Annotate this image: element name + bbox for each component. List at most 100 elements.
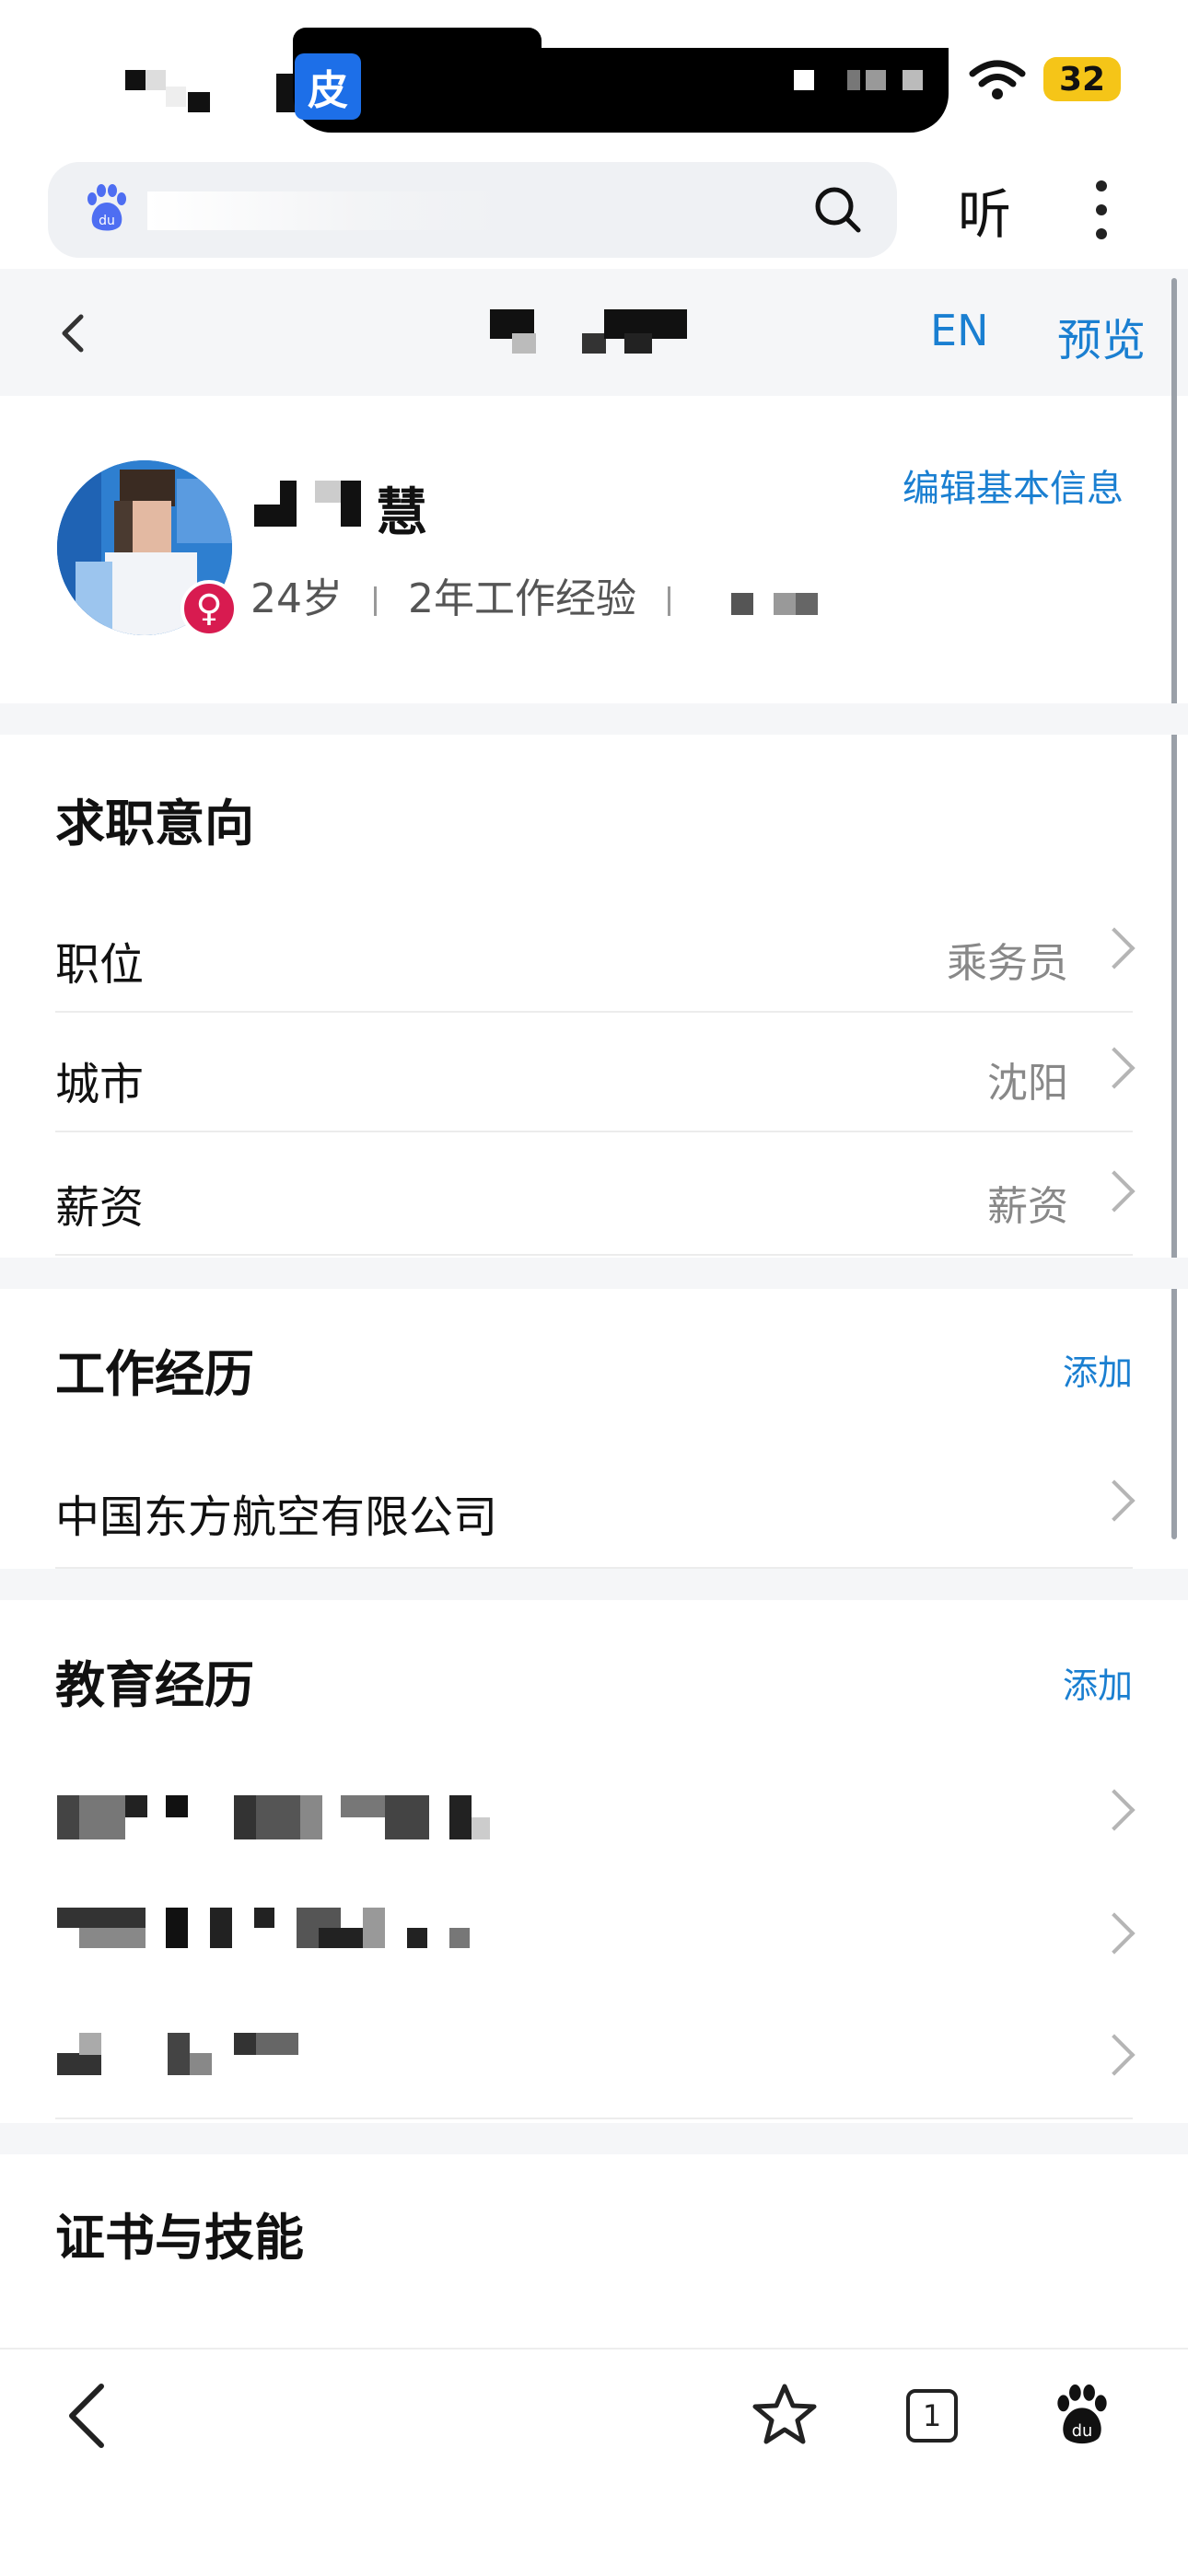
row-value: 薪资 (987, 1183, 1068, 1230)
pixelated-education (125, 1795, 147, 1817)
pixelated-education (300, 1795, 322, 1839)
baidu-logo-icon: du (87, 184, 126, 231)
pixelated-education (190, 2053, 212, 2075)
pixelated-meta (774, 593, 796, 615)
pixelated-education (79, 1928, 146, 1948)
education-item[interactable] (55, 2000, 1136, 2119)
section-divider (0, 1569, 1188, 1600)
row-label: 薪资 (55, 1182, 145, 1234)
back-arrow-icon[interactable] (59, 313, 87, 354)
pixelated-education (319, 1928, 363, 1948)
listen-button[interactable]: 听 (958, 171, 1011, 249)
browser-back-icon[interactable] (66, 2383, 107, 2449)
row-value: 乘务员 (947, 940, 1068, 987)
pixelated-education (57, 1908, 146, 1928)
work-item[interactable]: 中国东方航空有限公司 (55, 1445, 1136, 1569)
favorite-star-icon[interactable] (751, 2383, 818, 2445)
certificates-title: 证书与技能 (55, 2209, 304, 2267)
pixelated-block (166, 87, 186, 107)
job-intent-title: 求职意向 (55, 795, 254, 853)
work-experience-title: 工作经历 (55, 1345, 254, 1403)
pixelated-title (512, 333, 536, 354)
pixelated-education (166, 1795, 188, 1817)
svg-text:du: du (99, 214, 115, 228)
pixelated-block (125, 70, 146, 90)
pixelated-education (472, 1817, 490, 1839)
job-intent-row-position[interactable]: 职位 乘务员 (55, 893, 1136, 1013)
female-gender-icon: ♀ (181, 580, 238, 637)
section-divider (0, 1258, 1188, 1289)
status-bar: 皮 32 (0, 0, 1188, 152)
section-divider (0, 703, 1188, 735)
chevron-right-icon (1093, 1789, 1136, 1831)
pixelated-name (254, 505, 297, 527)
pixelated-education (407, 1928, 427, 1948)
chevron-right-icon (1093, 1170, 1136, 1213)
chevron-right-icon (1093, 927, 1136, 969)
pixelated-education (57, 2053, 101, 2075)
pixelated-block (794, 70, 814, 90)
pixelated-meta (731, 593, 753, 615)
pixelated-education (234, 2033, 256, 2055)
add-education-button[interactable]: 添加 (1063, 1657, 1133, 1708)
row-value: 沈阳 (987, 1060, 1068, 1107)
english-toggle-button[interactable]: EN (930, 306, 988, 355)
pixelated-education (449, 1928, 470, 1948)
pixelated-block (847, 70, 860, 90)
pixelated-education (256, 2033, 298, 2055)
baidu-home-icon[interactable]: du (1052, 2385, 1112, 2445)
pixelated-education (210, 1908, 232, 1948)
pixelated-name (280, 481, 297, 506)
edit-basic-info-link[interactable]: 编辑基本信息 (903, 458, 1124, 512)
add-work-button[interactable]: 添加 (1063, 1344, 1133, 1395)
pixelated-block (866, 70, 886, 90)
page-navbar (0, 269, 1188, 396)
chevron-right-icon (1093, 1479, 1136, 1522)
chevron-right-icon (1093, 1912, 1136, 1955)
pixelated-block (903, 70, 923, 90)
preview-button[interactable]: 预览 (1057, 304, 1146, 368)
company-name: 中国东方航空有限公司 (55, 1491, 498, 1543)
pixelated-education (385, 1795, 429, 1839)
pixelated-education (166, 1908, 188, 1948)
pixelated-title (582, 333, 606, 354)
pixelated-education (256, 1795, 300, 1839)
pixelated-education (341, 1795, 385, 1817)
divider (668, 586, 670, 616)
scrollbar[interactable] (1171, 278, 1177, 1539)
pixelated-education (57, 1795, 79, 1839)
search-icon[interactable] (812, 184, 862, 234)
chevron-right-icon (1093, 2034, 1136, 2076)
profile-name: 慧 (376, 483, 429, 543)
battery-icon: 32 (1043, 57, 1121, 101)
row-label: 职位 (55, 939, 145, 991)
wifi-icon (969, 60, 1026, 99)
tab-count-icon[interactable]: 1 (906, 2389, 958, 2443)
dynamic-island (293, 48, 949, 133)
education-item[interactable] (55, 1755, 1136, 1874)
svg-text:du: du (1072, 2422, 1093, 2441)
pixelated-title (624, 333, 652, 354)
profile-meta: 24岁 2年工作经验 (250, 565, 702, 624)
pixelated-education (168, 2033, 190, 2075)
pixelated-education (449, 1795, 472, 1839)
pixelated-education (234, 1795, 256, 1839)
job-intent-row-salary[interactable]: 薪资 薪资 (55, 1136, 1136, 1256)
section-divider (0, 2123, 1188, 2154)
search-input[interactable] (147, 191, 501, 230)
app-badge-icon: 皮 (295, 53, 361, 120)
job-intent-row-city[interactable]: 城市 沈阳 (55, 1013, 1136, 1132)
pixelated-block (188, 92, 210, 112)
experience-text: 2年工作经验 (408, 575, 636, 622)
chevron-right-icon (1093, 1047, 1136, 1089)
pixelated-name (315, 481, 341, 503)
education-title: 教育经历 (55, 1656, 254, 1714)
divider (374, 586, 377, 616)
pixelated-education (363, 1908, 385, 1948)
pixelated-education (254, 1908, 274, 1928)
pixelated-name (341, 481, 361, 527)
bottom-toolbar (0, 2348, 1188, 2576)
age-text: 24岁 (250, 575, 343, 622)
row-label: 城市 (55, 1059, 145, 1110)
more-options-icon[interactable] (1096, 180, 1107, 239)
